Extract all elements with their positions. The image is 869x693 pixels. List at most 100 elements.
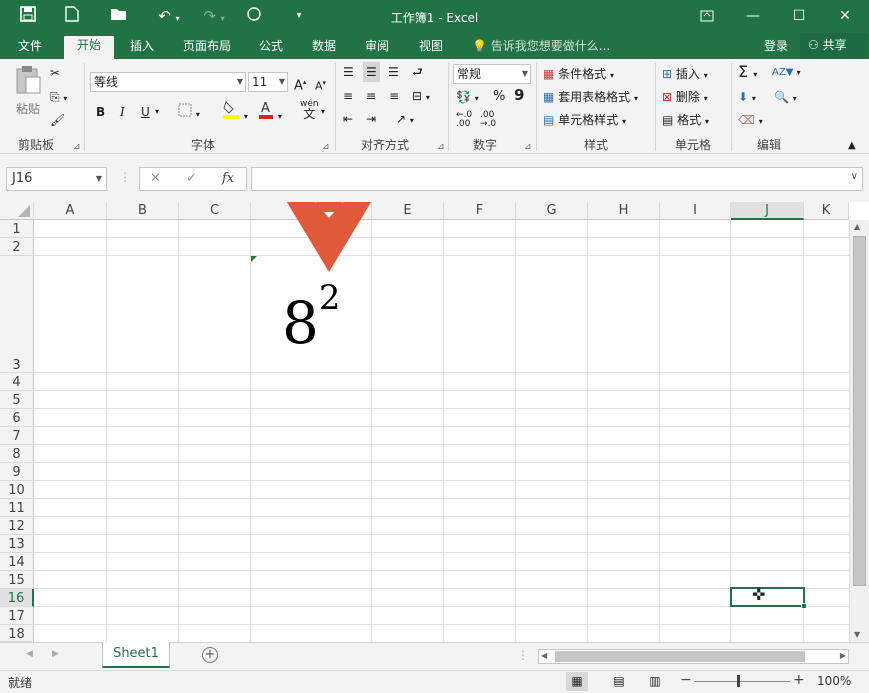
column-header-c[interactable]: C [179,202,251,220]
row-header-17[interactable]: 17 [0,607,34,625]
sort-filter-icon[interactable]: AZ▼ ▾ [772,64,801,82]
phonetic-button[interactable]: wén 文 [300,99,319,121]
insert-function-icon[interactable]: fx [222,171,234,186]
underline-dropdown-icon[interactable]: ▾ [155,103,159,121]
select-all-corner[interactable] [0,202,34,220]
scroll-right-icon[interactable]: ▶ [840,651,846,660]
row-header-2[interactable]: 2 [0,238,34,256]
cell-d3[interactable]: 82 [282,278,341,357]
italic-button[interactable]: I [120,103,125,121]
borders-icon[interactable]: ▾ [178,103,200,124]
decrease-indent-icon[interactable]: ⇤ [343,110,353,128]
zoom-in-button[interactable]: + [793,672,805,688]
wrap-text-icon[interactable]: ⮐ [412,63,423,81]
horizontal-scroll-thumb[interactable] [555,651,805,662]
horizontal-scrollbar[interactable]: ◀ ▶ [538,649,849,664]
find-select-icon[interactable]: 🔍 ▾ [774,88,797,108]
close-icon[interactable]: ✕ [822,4,868,28]
delete-cells-button[interactable]: ⊠ 删除 ▾ [662,88,708,108]
column-header-h[interactable]: H [588,202,660,220]
tab-page-layout[interactable]: 页面布局 [175,37,239,59]
column-header-a[interactable]: A [34,202,107,220]
page-layout-view-icon[interactable]: ▤ [608,672,630,691]
collapse-ribbon-icon[interactable]: ▲ [848,137,856,155]
align-right-icon[interactable]: ≡ [389,87,399,105]
row-header-16[interactable]: 16 [0,589,34,607]
maximize-icon[interactable]: ☐ [776,4,822,28]
font-name-select[interactable]: 等线 ▼ [90,72,246,92]
merge-center-icon[interactable]: ⊟ ▾ [412,87,430,107]
next-sheet-icon[interactable]: ▶ [52,649,59,659]
row-header-13[interactable]: 13 [0,535,34,553]
row-header-6[interactable]: 6 [0,409,34,427]
login-link[interactable]: 登录 [764,37,788,54]
tab-review[interactable]: 审阅 [357,37,397,59]
tab-formulas[interactable]: 公式 [251,37,291,59]
row-header-1[interactable]: 1 [0,220,34,238]
worksheet-grid[interactable]: A B C D E F G H I J K 1 2 3 4 5 6 7 8 9 … [0,202,869,642]
format-painter-icon[interactable]: 🖌 [50,111,65,129]
shrink-font-button[interactable]: A▾ [315,74,326,96]
name-box[interactable]: J16 ▼ [6,167,107,191]
increase-decimal-icon[interactable]: ←.0.00 [456,111,472,129]
column-header-i[interactable]: I [660,202,731,220]
cancel-icon[interactable]: ✕ [150,171,161,186]
fill-handle[interactable] [801,603,807,609]
row-header-8[interactable]: 8 [0,445,34,463]
increase-indent-icon[interactable]: ⇥ [366,110,376,128]
insert-cells-button[interactable]: ⊞ 插入 ▾ [662,65,708,85]
column-header-f[interactable]: F [444,202,516,220]
align-center-icon[interactable]: ≡ [366,87,376,105]
underline-button[interactable]: U [141,103,150,121]
share-button[interactable]: ⚇ 共享 [800,33,868,59]
column-header-k[interactable]: K [804,202,849,220]
grow-font-button[interactable]: A▴ [294,73,306,95]
prev-sheet-icon[interactable]: ◀ [26,649,33,659]
copy-icon[interactable]: ⎘ ▾ [50,88,67,108]
format-cells-button[interactable]: ▤ 格式 ▾ [662,111,709,131]
zoom-slider-thumb[interactable] [737,675,740,687]
row-header-14[interactable]: 14 [0,553,34,571]
selected-cell-j16[interactable] [730,587,805,607]
scroll-left-icon[interactable]: ◀ [541,651,547,660]
column-header-g[interactable]: G [516,202,588,220]
row-header-11[interactable]: 11 [0,499,34,517]
row-header-7[interactable]: 7 [0,427,34,445]
tab-view[interactable]: 视图 [411,37,451,59]
align-left-icon[interactable]: ≡ [343,87,353,105]
font-size-select[interactable]: 11 ▼ [248,72,288,92]
sheet-tab-sheet1[interactable]: Sheet1 [102,642,170,668]
percent-button[interactable]: % [493,88,505,106]
tab-data[interactable]: 数据 [304,37,344,59]
format-as-table-button[interactable]: ▦ 套用表格格式 ▾ [543,88,638,108]
accounting-format-icon[interactable]: 💱 ▾ [456,88,479,108]
clear-icon[interactable]: ⌫ ▾ [738,111,763,131]
enter-icon[interactable]: ✓ [186,171,197,186]
expand-formula-icon[interactable]: ∨ [851,171,858,182]
column-header-e[interactable]: E [372,202,444,220]
row-header-4[interactable]: 4 [0,373,34,391]
decrease-decimal-icon[interactable]: .00 →.0 [480,111,496,129]
row-header-10[interactable]: 10 [0,481,34,499]
zoom-slider-track[interactable] [694,681,790,682]
column-header-j[interactable]: J [731,202,804,220]
row-header-5[interactable]: 5 [0,391,34,409]
phonetic-dropdown-icon[interactable]: ▾ [321,103,325,121]
tab-file[interactable]: 文件 [8,37,52,59]
fill-color-icon[interactable]: ▾ [222,99,248,126]
autosum-icon[interactable]: Σ ▾ [738,63,757,84]
font-color-icon[interactable]: A ▾ [258,99,282,126]
ribbon-display-icon[interactable] [684,4,730,28]
tell-me-box[interactable]: 💡 告诉我您想要做什么... [472,37,610,54]
orientation-icon[interactable]: ↗ ▾ [396,110,414,130]
tab-insert[interactable]: 插入 [120,37,164,59]
row-header-12[interactable]: 12 [0,517,34,535]
normal-view-icon[interactable]: ▦ [566,672,588,691]
align-top-icon[interactable]: ☰ [343,63,354,81]
scroll-down-icon[interactable]: ▼ [854,630,860,639]
vertical-scrollbar[interactable]: ▲ ▼ [849,220,869,642]
fill-down-icon[interactable]: ⬇ ▾ [738,88,756,108]
comma-style-button[interactable]: 9 [514,86,524,104]
cell-styles-button[interactable]: ▤ 单元格样式 ▾ [543,111,626,131]
row-header-18[interactable]: 18 [0,625,34,642]
